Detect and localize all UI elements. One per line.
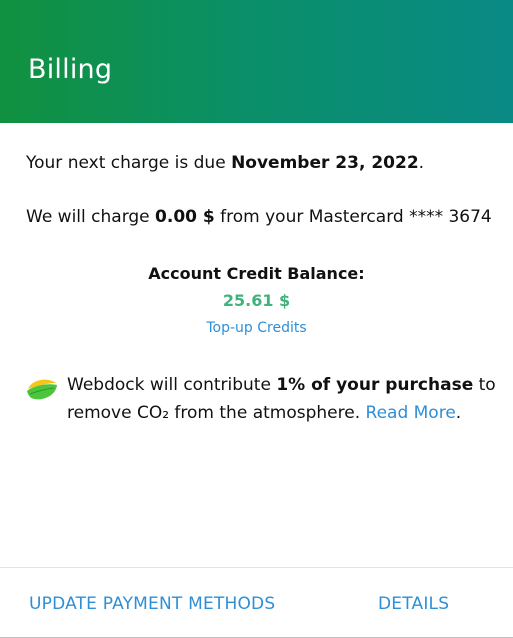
co2-contribution: Webdock will contribute 1% of your purch… (26, 371, 496, 427)
charge-amount-suffix: from your Mastercard **** 3674 (214, 207, 492, 227)
next-charge-date: November 23, 2022 (231, 153, 419, 173)
billing-card: Billing Your next charge is due November… (0, 0, 513, 638)
details-button[interactable]: DETAILS (378, 594, 449, 614)
next-charge-prefix: Your next charge is due (26, 153, 232, 173)
read-more-link[interactable]: Read More (366, 403, 456, 423)
co2-text: Webdock will contribute 1% of your purch… (67, 371, 496, 427)
next-charge-line: Your next charge is due November 23, 202… (26, 153, 424, 173)
charge-amount-value: 0.00 $ (155, 207, 215, 227)
credit-balance-block: Account Credit Balance: 25.61 $ Top-up C… (0, 264, 513, 336)
billing-header: Billing (0, 0, 513, 123)
update-payment-methods-button[interactable]: UPDATE PAYMENT METHODS (29, 594, 275, 614)
charge-amount-line: We will charge 0.00 $ from your Masterca… (26, 207, 492, 227)
page-title: Billing (28, 54, 113, 85)
credit-balance-value: 25.61 $ (222, 291, 291, 310)
next-charge-suffix: . (418, 153, 425, 173)
co2-suffix: . (455, 403, 462, 423)
credit-balance-label: Account Credit Balance: (148, 264, 365, 283)
leaf-icon (27, 379, 57, 400)
co2-highlight: 1% of your purchase (276, 375, 474, 395)
billing-footer: UPDATE PAYMENT METHODS DETAILS (0, 567, 513, 638)
co2-prefix: Webdock will contribute (67, 375, 277, 395)
topup-credits-link[interactable]: Top-up Credits (206, 320, 306, 336)
charge-amount-prefix: We will charge (26, 207, 156, 227)
